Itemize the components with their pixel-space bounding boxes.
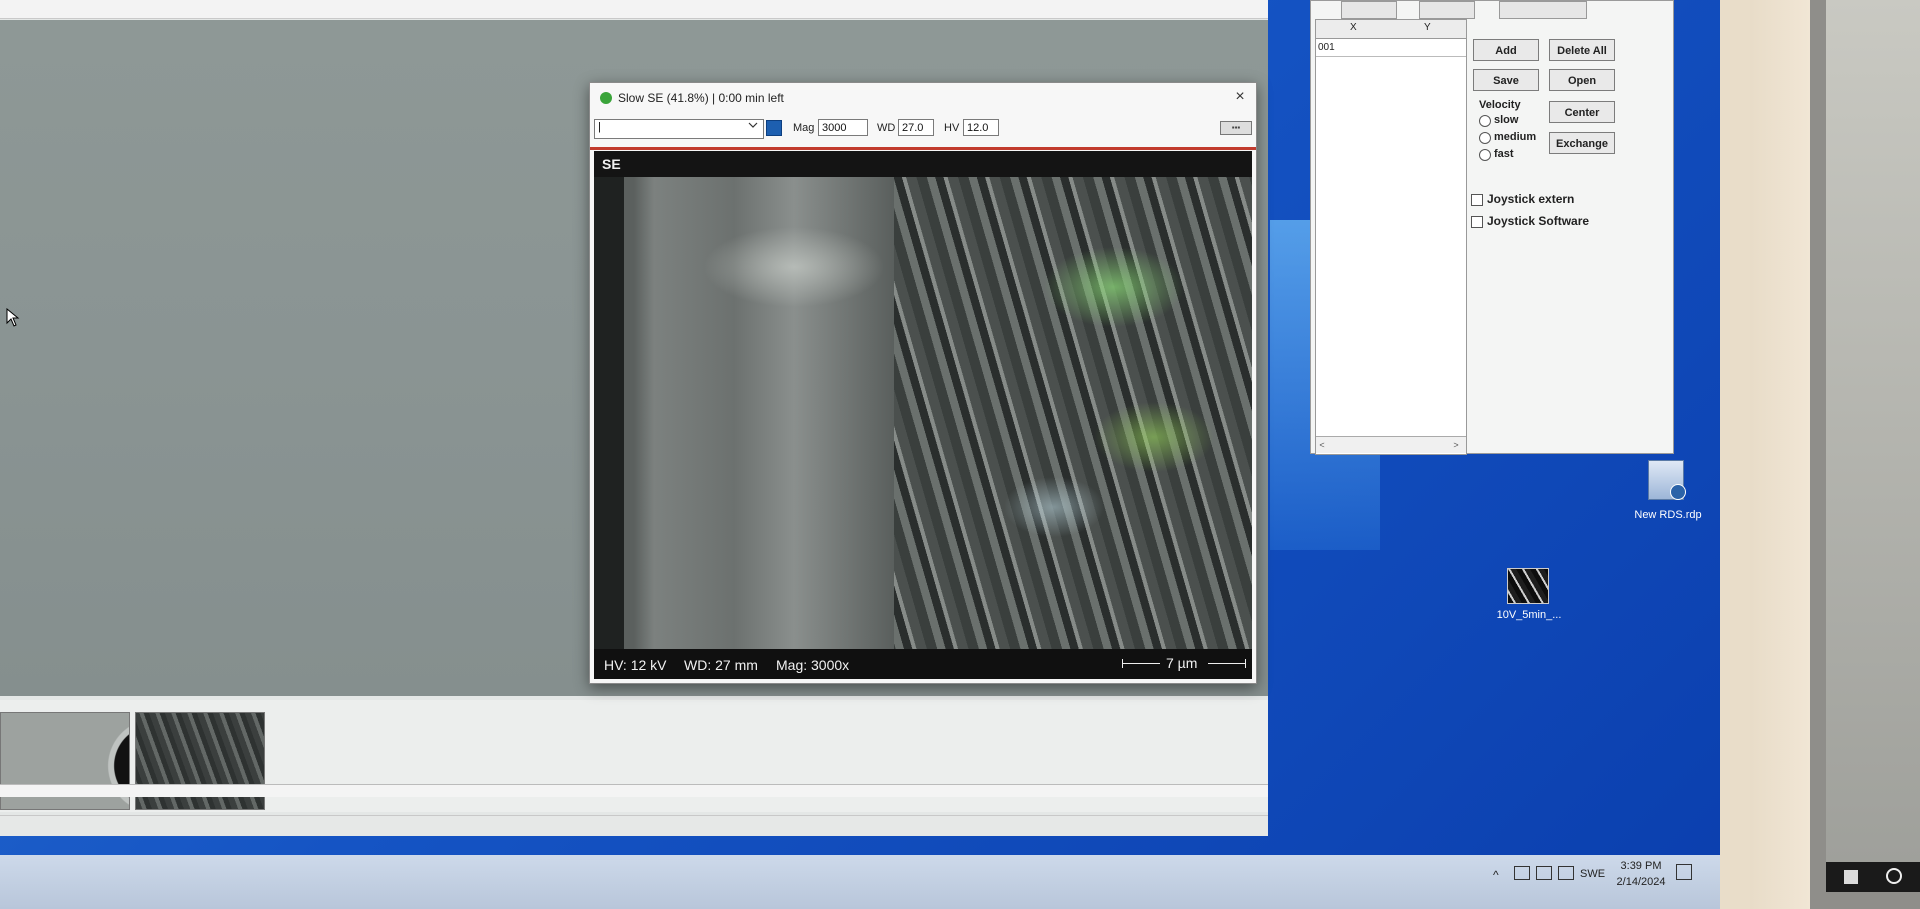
windows-start-icon[interactable] bbox=[1844, 870, 1858, 884]
scroll-left-icon[interactable]: < bbox=[1316, 439, 1328, 451]
second-monitor-taskbar bbox=[1826, 862, 1920, 892]
position-table[interactable]: X Y 001 < > bbox=[1315, 19, 1467, 455]
exchange-button[interactable]: Exchange bbox=[1549, 132, 1615, 154]
joystick-software-label: Joystick Software bbox=[1487, 214, 1590, 228]
hv-label: HV bbox=[944, 122, 960, 134]
image-info-bar: HV: 12 kV WD: 27 mm Mag: 3000x 7 µm bbox=[594, 649, 1252, 679]
wd-input[interactable]: 27.0 bbox=[898, 119, 934, 136]
sem-scan-window[interactable]: Slow SE (41.8%) | 0:00 min left × | Mag … bbox=[589, 82, 1257, 684]
stage-control-panel: X Y 001 < > Add Delete All Save Open Vel… bbox=[1310, 0, 1674, 455]
detector-dropdown-value: | bbox=[598, 121, 601, 133]
save-button[interactable]: Save bbox=[1473, 69, 1539, 91]
network-icon[interactable] bbox=[1536, 866, 1552, 880]
second-monitor-screen bbox=[1826, 0, 1920, 862]
position-table-header: X Y bbox=[1316, 20, 1466, 39]
velocity-label: Velocity bbox=[1479, 99, 1521, 111]
edit-icon[interactable] bbox=[766, 120, 782, 136]
joystick-software-checkbox[interactable] bbox=[1471, 216, 1483, 228]
close-icon[interactable]: × bbox=[1230, 87, 1250, 107]
velocity-slow-radio[interactable] bbox=[1479, 115, 1491, 127]
info-wd: WD: 27 mm bbox=[684, 657, 758, 673]
velocity-medium-label: medium bbox=[1494, 131, 1537, 143]
detector-dropdown[interactable]: | bbox=[594, 119, 764, 139]
taskbar-surface bbox=[0, 855, 1720, 909]
volume-icon[interactable] bbox=[1558, 866, 1574, 880]
sem-image-frame: SE HV: 12 kV WD: 27 mm Mag: 3000x 7 µm bbox=[594, 151, 1252, 679]
stage-top-button-2[interactable] bbox=[1419, 1, 1475, 19]
velocity-medium-radio[interactable] bbox=[1479, 132, 1491, 144]
monitor-bezel bbox=[1720, 0, 1750, 909]
joystick-extern-checkbox[interactable] bbox=[1471, 194, 1483, 206]
scale-bar-label: 7 µm bbox=[1166, 655, 1198, 671]
view-layout-icons[interactable]: ▪▪▪ bbox=[1220, 121, 1252, 135]
joystick-extern-label: Joystick extern bbox=[1487, 192, 1575, 206]
mag-label: Mag bbox=[793, 122, 815, 134]
desktop-icon-label-image[interactable]: 10V_5min_... bbox=[1484, 609, 1574, 621]
clock-date[interactable]: 2/14/2024 bbox=[1613, 876, 1669, 888]
stage-top-button-1[interactable] bbox=[1341, 1, 1397, 19]
hv-input[interactable]: 12.0 bbox=[963, 119, 999, 136]
mouse-cursor-icon bbox=[6, 308, 20, 327]
sem-micrograph-left-region bbox=[594, 177, 894, 649]
table-row[interactable]: 001 bbox=[1316, 40, 1466, 57]
center-button[interactable]: Center bbox=[1549, 101, 1615, 123]
velocity-fast-label: fast bbox=[1494, 148, 1514, 160]
info-mag: Mag: 3000x bbox=[776, 657, 850, 673]
taskbar bbox=[0, 855, 1720, 909]
scale-bar: 7 µm bbox=[1122, 655, 1246, 671]
scale-line-left bbox=[1122, 663, 1160, 664]
progress-divider bbox=[590, 147, 1256, 150]
velocity-fast-radio[interactable] bbox=[1479, 149, 1491, 161]
scale-line-right bbox=[1208, 663, 1246, 664]
add-button[interactable]: Add bbox=[1473, 39, 1539, 61]
detector-label: SE bbox=[602, 156, 621, 172]
delete-all-button[interactable]: Delete All bbox=[1549, 39, 1615, 61]
tray-app-icon[interactable] bbox=[1514, 866, 1530, 880]
column-y-header: Y bbox=[1424, 22, 1431, 33]
notification-icon[interactable] bbox=[1676, 864, 1692, 880]
scale-tick-right bbox=[1245, 659, 1246, 668]
remote-connection-badge-icon bbox=[1670, 484, 1686, 500]
column-x-header: X bbox=[1350, 22, 1357, 33]
search-icon[interactable] bbox=[1886, 868, 1902, 884]
info-hv: HV: 12 kV bbox=[604, 657, 667, 673]
input-language-indicator[interactable]: SWE bbox=[1580, 868, 1605, 880]
velocity-slow-label: slow bbox=[1494, 114, 1519, 126]
stage-top-button-3[interactable] bbox=[1499, 1, 1587, 19]
monitor-gap bbox=[1750, 0, 1810, 909]
mag-input[interactable]: 3000 bbox=[818, 119, 868, 136]
open-button[interactable]: Open bbox=[1549, 69, 1615, 91]
scroll-right-icon[interactable]: > bbox=[1450, 439, 1462, 451]
row-id: 001 bbox=[1318, 42, 1335, 53]
image-file-icon[interactable] bbox=[1507, 568, 1549, 604]
clock-time[interactable]: 3:39 PM bbox=[1613, 860, 1669, 872]
desktop-icon-label-rdp[interactable]: New RDS.rdp bbox=[1628, 509, 1708, 521]
image-header: SE bbox=[594, 151, 1252, 177]
app-status-bar bbox=[0, 815, 1268, 836]
thumbnail-horizontal-scrollbar[interactable] bbox=[0, 784, 1268, 797]
chevron-down-icon[interactable] bbox=[748, 120, 758, 130]
sem-window-title: Slow SE (41.8%) | 0:00 min left bbox=[618, 91, 784, 105]
app-titlebar bbox=[0, 0, 1268, 19]
wd-label: WD bbox=[877, 122, 896, 134]
table-horizontal-scrollbar[interactable]: < > bbox=[1316, 436, 1466, 453]
desktop-background: Slow SE (41.8%) | 0:00 min left × | Mag … bbox=[0, 0, 1720, 909]
tray-overflow-chevron-icon[interactable]: ^ bbox=[1493, 868, 1499, 882]
scan-status-icon bbox=[600, 92, 612, 104]
